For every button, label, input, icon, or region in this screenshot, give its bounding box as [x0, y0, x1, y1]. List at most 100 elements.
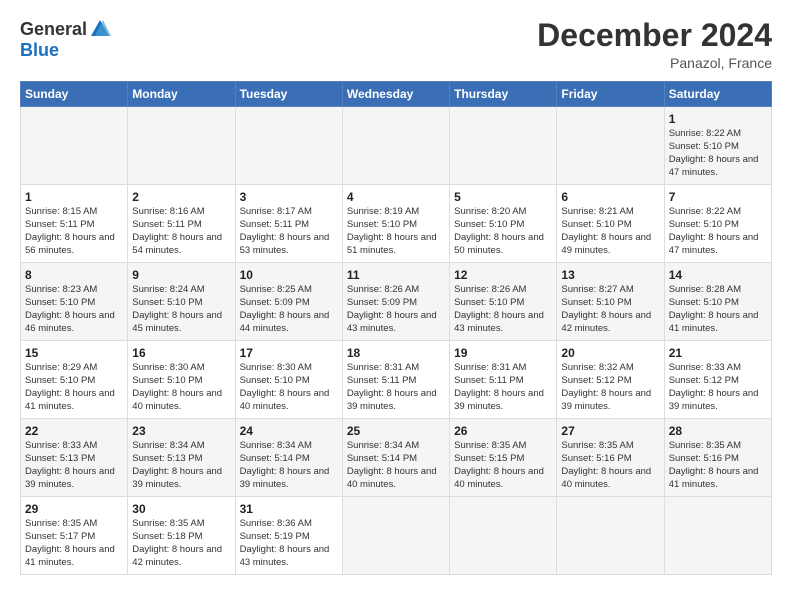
- day-number: 24: [240, 423, 338, 439]
- sunrise-text: Sunrise: 8:29 AM: [25, 362, 97, 373]
- sunrise-text: Sunrise: 8:30 AM: [240, 362, 312, 373]
- sunset-text: Sunset: 5:11 PM: [132, 219, 202, 230]
- calendar-cell: 7Sunrise: 8:22 AMSunset: 5:10 PMDaylight…: [664, 185, 771, 263]
- header: General Blue December 2024 Panazol, Fran…: [20, 18, 772, 71]
- day-number: 17: [240, 345, 338, 361]
- day-number: 27: [561, 423, 659, 439]
- sunset-text: Sunset: 5:14 PM: [347, 453, 417, 464]
- daylight-text: Daylight: 8 hours and 40 minutes.: [561, 466, 651, 490]
- calendar-page: General Blue December 2024 Panazol, Fran…: [0, 0, 792, 612]
- sunset-text: Sunset: 5:12 PM: [669, 375, 739, 386]
- day-number: 1: [669, 111, 767, 127]
- daylight-text: Daylight: 8 hours and 43 minutes.: [454, 310, 544, 334]
- calendar-cell: 1Sunrise: 8:15 AMSunset: 5:11 PMDaylight…: [21, 185, 128, 263]
- daylight-text: Daylight: 8 hours and 42 minutes.: [132, 544, 222, 568]
- calendar-cell: 14Sunrise: 8:28 AMSunset: 5:10 PMDayligh…: [664, 263, 771, 341]
- calendar-cell: 25Sunrise: 8:34 AMSunset: 5:14 PMDayligh…: [342, 419, 449, 497]
- day-number: 7: [669, 189, 767, 205]
- daylight-text: Daylight: 8 hours and 49 minutes.: [561, 232, 651, 256]
- daylight-text: Daylight: 8 hours and 42 minutes.: [561, 310, 651, 334]
- sunrise-text: Sunrise: 8:30 AM: [132, 362, 204, 373]
- sunset-text: Sunset: 5:18 PM: [132, 531, 202, 542]
- header-cell-sunday: Sunday: [21, 82, 128, 107]
- sunrise-text: Sunrise: 8:34 AM: [240, 440, 312, 451]
- sunset-text: Sunset: 5:11 PM: [240, 219, 310, 230]
- header-cell-saturday: Saturday: [664, 82, 771, 107]
- daylight-text: Daylight: 8 hours and 39 minutes.: [347, 388, 437, 412]
- daylight-text: Daylight: 8 hours and 39 minutes.: [454, 388, 544, 412]
- day-number: 18: [347, 345, 445, 361]
- sunset-text: Sunset: 5:12 PM: [561, 375, 631, 386]
- header-cell-thursday: Thursday: [450, 82, 557, 107]
- sunset-text: Sunset: 5:10 PM: [454, 297, 524, 308]
- sunrise-text: Sunrise: 8:24 AM: [132, 284, 204, 295]
- sunrise-text: Sunrise: 8:34 AM: [132, 440, 204, 451]
- header-cell-wednesday: Wednesday: [342, 82, 449, 107]
- sunrise-text: Sunrise: 8:34 AM: [347, 440, 419, 451]
- day-number: 20: [561, 345, 659, 361]
- sunrise-text: Sunrise: 8:28 AM: [669, 284, 741, 295]
- daylight-text: Daylight: 8 hours and 54 minutes.: [132, 232, 222, 256]
- daylight-text: Daylight: 8 hours and 40 minutes.: [454, 466, 544, 490]
- sunset-text: Sunset: 5:11 PM: [454, 375, 524, 386]
- day-number: 28: [669, 423, 767, 439]
- day-number: 6: [561, 189, 659, 205]
- sunset-text: Sunset: 5:10 PM: [561, 219, 631, 230]
- calendar-cell: [235, 107, 342, 185]
- calendar-cell: 16Sunrise: 8:30 AMSunset: 5:10 PMDayligh…: [128, 341, 235, 419]
- calendar-cell: 31Sunrise: 8:36 AMSunset: 5:19 PMDayligh…: [235, 497, 342, 575]
- sunset-text: Sunset: 5:10 PM: [561, 297, 631, 308]
- calendar-cell: [450, 107, 557, 185]
- sunset-text: Sunset: 5:13 PM: [25, 453, 95, 464]
- calendar-cell: [342, 497, 449, 575]
- daylight-text: Daylight: 8 hours and 41 minutes.: [25, 544, 115, 568]
- sunset-text: Sunset: 5:13 PM: [132, 453, 202, 464]
- daylight-text: Daylight: 8 hours and 39 minutes.: [561, 388, 651, 412]
- calendar-cell: 19Sunrise: 8:31 AMSunset: 5:11 PMDayligh…: [450, 341, 557, 419]
- daylight-text: Daylight: 8 hours and 56 minutes.: [25, 232, 115, 256]
- header-cell-monday: Monday: [128, 82, 235, 107]
- sunrise-text: Sunrise: 8:16 AM: [132, 206, 204, 217]
- daylight-text: Daylight: 8 hours and 51 minutes.: [347, 232, 437, 256]
- sunrise-text: Sunrise: 8:21 AM: [561, 206, 633, 217]
- daylight-text: Daylight: 8 hours and 39 minutes.: [669, 388, 759, 412]
- day-number: 4: [347, 189, 445, 205]
- sunset-text: Sunset: 5:14 PM: [240, 453, 310, 464]
- sunset-text: Sunset: 5:17 PM: [25, 531, 95, 542]
- calendar-cell: 18Sunrise: 8:31 AMSunset: 5:11 PMDayligh…: [342, 341, 449, 419]
- sunrise-text: Sunrise: 8:35 AM: [669, 440, 741, 451]
- header-cell-friday: Friday: [557, 82, 664, 107]
- logo-general-text: General: [20, 19, 87, 40]
- sunset-text: Sunset: 5:09 PM: [347, 297, 417, 308]
- sunset-text: Sunset: 5:11 PM: [347, 375, 417, 386]
- calendar-cell: 15Sunrise: 8:29 AMSunset: 5:10 PMDayligh…: [21, 341, 128, 419]
- sunset-text: Sunset: 5:10 PM: [132, 297, 202, 308]
- sunset-text: Sunset: 5:15 PM: [454, 453, 524, 464]
- sunrise-text: Sunrise: 8:17 AM: [240, 206, 312, 217]
- calendar-cell: [664, 497, 771, 575]
- calendar-cell: 3Sunrise: 8:17 AMSunset: 5:11 PMDaylight…: [235, 185, 342, 263]
- calendar-cell: [450, 497, 557, 575]
- day-number: 29: [25, 501, 123, 517]
- day-number: 8: [25, 267, 123, 283]
- sunrise-text: Sunrise: 8:22 AM: [669, 128, 741, 139]
- day-number: 30: [132, 501, 230, 517]
- daylight-text: Daylight: 8 hours and 43 minutes.: [240, 544, 330, 568]
- header-row: SundayMondayTuesdayWednesdayThursdayFrid…: [21, 82, 772, 107]
- daylight-text: Daylight: 8 hours and 47 minutes.: [669, 232, 759, 256]
- calendar-cell: 27Sunrise: 8:35 AMSunset: 5:16 PMDayligh…: [557, 419, 664, 497]
- daylight-text: Daylight: 8 hours and 40 minutes.: [347, 466, 437, 490]
- day-number: 16: [132, 345, 230, 361]
- day-number: 10: [240, 267, 338, 283]
- sunrise-text: Sunrise: 8:35 AM: [454, 440, 526, 451]
- calendar-cell: 5Sunrise: 8:20 AMSunset: 5:10 PMDaylight…: [450, 185, 557, 263]
- day-number: 3: [240, 189, 338, 205]
- sunset-text: Sunset: 5:16 PM: [561, 453, 631, 464]
- calendar-cell: 17Sunrise: 8:30 AMSunset: 5:10 PMDayligh…: [235, 341, 342, 419]
- sunset-text: Sunset: 5:10 PM: [347, 219, 417, 230]
- sunset-text: Sunset: 5:10 PM: [669, 141, 739, 152]
- calendar-week-4: 22Sunrise: 8:33 AMSunset: 5:13 PMDayligh…: [21, 419, 772, 497]
- daylight-text: Daylight: 8 hours and 45 minutes.: [132, 310, 222, 334]
- calendar-cell: [557, 497, 664, 575]
- day-number: 26: [454, 423, 552, 439]
